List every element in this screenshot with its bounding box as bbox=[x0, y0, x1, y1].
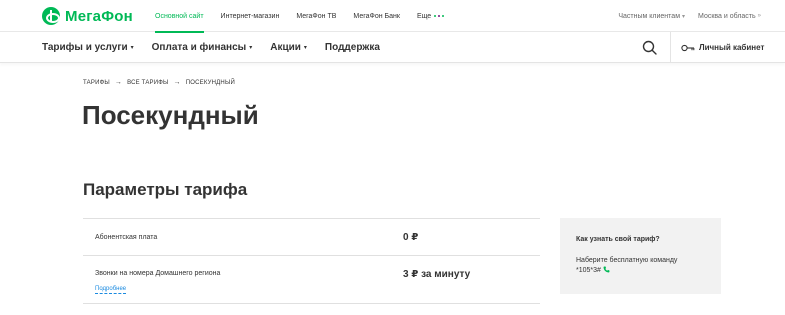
param-row: Звонки на номера Домашнего региона Подро… bbox=[83, 255, 540, 304]
param-label: Абонентская плата bbox=[95, 234, 158, 241]
personal-account-label: Личный кабинет bbox=[699, 43, 765, 52]
key-icon bbox=[681, 44, 695, 51]
nav-tariffs-services-label: Тарифы и услуги bbox=[42, 42, 128, 53]
region-label: Москва и область bbox=[698, 12, 756, 20]
param-row: Абонентская плата 0 ₽ bbox=[83, 218, 540, 255]
logo-text: МегаФон bbox=[65, 7, 133, 25]
main-nav: Тарифы и услуги ▾ Оплата и финансы ▾ Акц… bbox=[0, 32, 785, 63]
nav-support-label: Поддержка bbox=[324, 42, 380, 53]
tariff-params-table: Абонентская плата 0 ₽ Звонки на номера Д… bbox=[83, 218, 540, 304]
breadcrumb-current: Посекундный bbox=[185, 79, 235, 86]
topnav-more-label: Еще bbox=[416, 12, 432, 20]
nav-divider bbox=[670, 32, 671, 63]
page-title: Посекундный bbox=[82, 100, 259, 130]
param-value: 3 ₽ за минуту bbox=[403, 269, 471, 280]
search-icon bbox=[642, 40, 657, 55]
caret-down-icon: ▾ bbox=[249, 45, 253, 51]
param-label: Звонки на номера Домашнего региона bbox=[95, 270, 221, 277]
chevron-down-icon: ▾ bbox=[682, 13, 686, 20]
personal-account-button[interactable]: Личный кабинет bbox=[681, 32, 764, 63]
nav-promotions[interactable]: Акции ▾ bbox=[270, 42, 307, 53]
topnav-main-site[interactable]: Основной сайт bbox=[155, 0, 204, 33]
arrow-right-icon: → bbox=[173, 79, 181, 86]
nav-support[interactable]: Поддержка bbox=[325, 42, 380, 53]
infobox-title: Как узнать свой тариф? bbox=[576, 236, 660, 243]
infobox-text: Наберите бесплатную команду *105*3# bbox=[576, 256, 706, 276]
top-bar: МегаФон Основной сайт Интернет-магазин М… bbox=[0, 0, 785, 33]
chevron-right-icon: » bbox=[757, 13, 761, 19]
caret-down-icon: ▾ bbox=[303, 45, 307, 51]
ussd-command[interactable]: *105*3# bbox=[576, 267, 601, 274]
nav-promotions-label: Акции bbox=[270, 42, 301, 53]
topnav-more[interactable]: Еще bbox=[416, 0, 445, 32]
segment-selector[interactable]: Частным клиентам ▾ bbox=[618, 13, 685, 20]
top-right-menu: Частным клиентам ▾ Москва и область » bbox=[618, 0, 761, 32]
param-value: 0 ₽ bbox=[403, 232, 419, 243]
nav-payment-finance[interactable]: Оплата и финансы ▾ bbox=[152, 42, 253, 53]
nav-payment-finance-label: Оплата и финансы bbox=[151, 42, 247, 53]
nav-tariffs-services[interactable]: Тарифы и услуги ▾ bbox=[42, 42, 134, 53]
region-selector[interactable]: Москва и область » bbox=[698, 13, 761, 20]
topnav-megafon-tv[interactable]: МегаФон ТВ bbox=[296, 0, 336, 32]
how-to-check-tariff-box: Как узнать свой тариф? Наберите бесплатн… bbox=[560, 218, 721, 294]
more-dots-icon bbox=[434, 15, 445, 17]
megafon-logo-icon bbox=[42, 7, 60, 25]
segment-label: Частным клиентам bbox=[618, 12, 681, 20]
search-button[interactable] bbox=[640, 38, 660, 58]
top-nav: Основной сайт Интернет-магазин МегаФон Т… bbox=[155, 0, 461, 33]
megafon-logo[interactable]: МегаФон bbox=[42, 6, 133, 26]
main-nav-links: Тарифы и услуги ▾ Оплата и финансы ▾ Акц… bbox=[42, 32, 398, 63]
details-link[interactable]: Подробнее bbox=[95, 285, 127, 294]
topnav-megafon-bank[interactable]: МегаФон Банк bbox=[353, 0, 400, 32]
breadcrumb-tariffs[interactable]: Тарифы bbox=[83, 80, 110, 86]
caret-down-icon: ▾ bbox=[130, 45, 134, 51]
breadcrumb: Тарифы → Все тарифы → Посекундный bbox=[83, 79, 235, 86]
topnav-online-store[interactable]: Интернет-магазин bbox=[221, 0, 280, 32]
section-title: Параметры тарифа bbox=[83, 180, 248, 199]
arrow-right-icon: → bbox=[114, 79, 123, 86]
phone-icon bbox=[603, 266, 610, 273]
infobox-instruction: Наберите бесплатную команду bbox=[576, 257, 678, 264]
breadcrumb-all-tariffs[interactable]: Все тарифы bbox=[127, 80, 168, 86]
